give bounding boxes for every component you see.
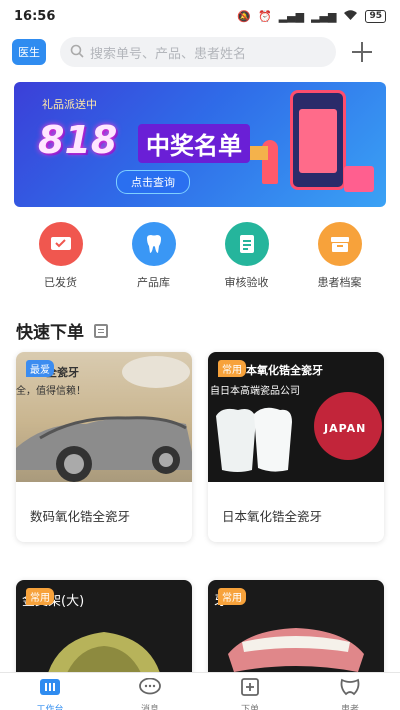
nav-label: 消息 [140, 705, 159, 710]
bottom-nav: 工作台 消息 下单 患者 [0, 672, 400, 710]
product-name: 数码氧化锆全瓷牙 [30, 509, 131, 524]
banner-headline: 中奖名单 [138, 124, 250, 163]
banner-big-text: 818 [38, 118, 118, 162]
shortcut-label: 审核验收 [224, 276, 269, 289]
search-input[interactable]: 搜索单号、产品、患者姓名 [60, 37, 336, 67]
promo-banner[interactable]: 礼品派送中 818 中奖名单 点击查询 [14, 82, 386, 207]
gift-illustration [344, 166, 374, 192]
wifi-icon [343, 9, 358, 24]
shortcut-product-library[interactable]: 产品库 [114, 222, 194, 302]
search-icon [70, 43, 84, 62]
shortcut-patient-archive[interactable]: 患者档案 [300, 222, 380, 302]
nav-label: 患者 [340, 705, 359, 710]
order-icon [240, 678, 260, 700]
shortcut-shipped[interactable]: 已发货 [21, 222, 101, 302]
shortcut-row: 已发货 产品库 审核验收 患者档案 [14, 222, 386, 302]
product-card-denture[interactable]: 牙 常用 [208, 580, 384, 672]
top-bar: 医生 搜索单号、产品、患者姓名 [0, 32, 400, 72]
product-name: 日本氧化锆全瓷牙 [222, 509, 323, 524]
product-card-japan-zirconia[interactable]: 本氧化锆全瓷牙 自日本高端瓷品公司 JAPAN 常用 日本氧化锆全瓷牙 [208, 352, 384, 542]
status-icons: 🔕 ⏰ ▂▄▆ ▂▄▆ 95 [237, 9, 386, 24]
shortcut-label: 患者档案 [317, 276, 362, 289]
workbench-icon [39, 678, 61, 700]
battery-icon: 95 [365, 9, 386, 23]
add-icon[interactable] [350, 40, 374, 64]
phone-illustration [290, 90, 346, 190]
common-tag: 常用 [26, 588, 54, 605]
message-icon [139, 677, 161, 700]
banner-query-button[interactable]: 点击查询 [116, 170, 190, 194]
nav-patient[interactable]: 患者 [300, 673, 400, 710]
section-title-text: 快速下单 [16, 323, 84, 343]
shortcut-label: 已发货 [44, 276, 77, 289]
mute-icon: 🔕 [237, 9, 251, 23]
patient-icon [339, 678, 361, 700]
status-time: 16:56 [14, 8, 56, 24]
status-bar: 16:56 🔕 ⏰ ▂▄▆ ▂▄▆ 95 [0, 0, 400, 32]
quick-order-title: 快速下单 [16, 318, 108, 343]
list-icon[interactable] [94, 323, 108, 338]
search-placeholder: 搜索单号、产品、患者姓名 [90, 46, 247, 62]
nav-message[interactable]: 消息 [100, 673, 200, 710]
signal-icon: ▂▄▆ [278, 9, 305, 23]
nav-order[interactable]: 下单 [200, 673, 300, 710]
main-content: 礼品派送中 818 中奖名单 点击查询 已发货 产品库 审核验收 患者档案 快速… [0, 72, 400, 672]
parcel-illustration [250, 146, 268, 160]
review-document-icon [224, 222, 269, 266]
nav-label: 工作台 [36, 705, 64, 710]
alarm-icon: ⏰ [257, 9, 272, 23]
shortcut-label: 产品库 [137, 276, 170, 289]
nav-label: 下单 [240, 705, 259, 710]
patient-archive-icon [317, 222, 362, 266]
role-badge[interactable]: 医生 [12, 39, 46, 65]
product-card-digital-zirconia[interactable]: 全瓷牙 全，值得信赖！ 最爱 数码氧化锆全瓷牙 [16, 352, 192, 542]
nav-workbench[interactable]: 工作台 [0, 673, 100, 710]
product-card-metal-frame[interactable]: 金支架(大) 常用 [16, 580, 192, 672]
common-tag: 常用 [218, 588, 246, 605]
tooth-icon [131, 222, 176, 266]
banner-top-text: 礼品派送中 [42, 98, 97, 111]
favorite-tag: 最爱 [26, 360, 54, 377]
common-tag: 常用 [218, 360, 246, 377]
japan-stamp-text: JAPAN [324, 422, 367, 435]
signal2-icon: ▂▄▆ [311, 9, 337, 23]
shipped-icon [38, 222, 83, 266]
shortcut-review[interactable]: 审核验收 [207, 222, 287, 302]
